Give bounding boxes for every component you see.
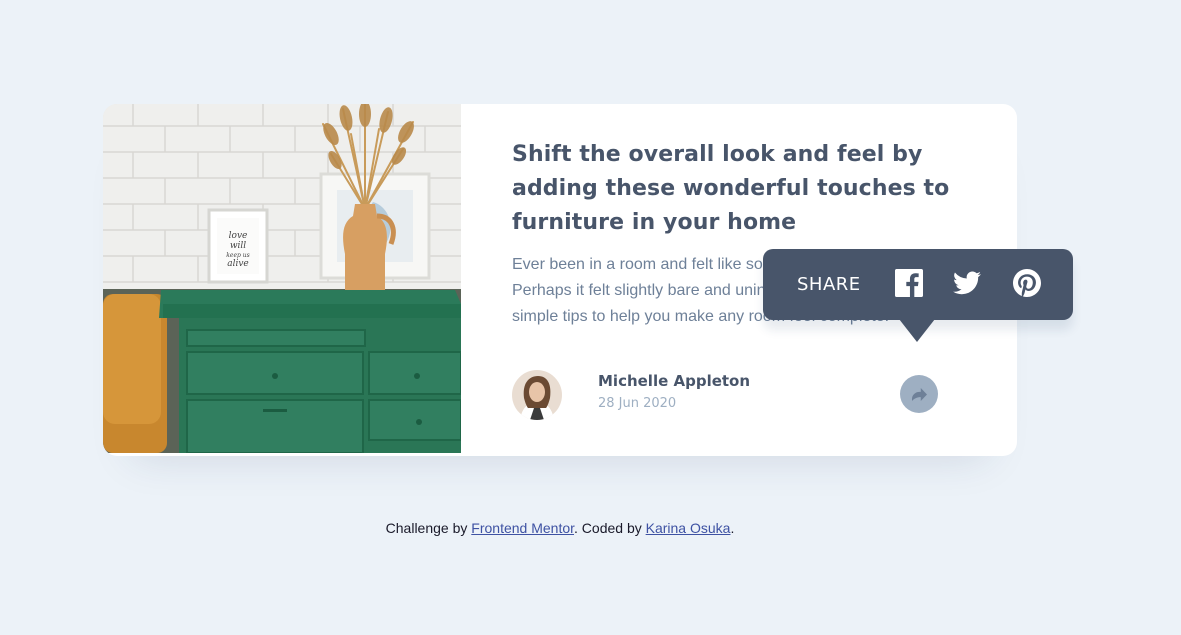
author-link[interactable]: Karina Osuka	[646, 520, 731, 536]
attribution-suffix: .	[730, 520, 735, 536]
share-arrow-icon	[911, 387, 927, 401]
avatar	[512, 370, 562, 420]
frame-text-4: alive	[227, 259, 249, 269]
attribution: Challenge by Frontend Mentor. Coded by K…	[0, 520, 1120, 536]
twitter-icon[interactable]	[953, 269, 981, 297]
frontend-mentor-link[interactable]: Frontend Mentor	[471, 520, 574, 536]
frame-text-1: love	[229, 231, 248, 241]
share-label: SHARE	[797, 274, 861, 295]
facebook-icon[interactable]	[895, 269, 923, 297]
publish-date: 28 Jun 2020	[598, 396, 677, 411]
article-title: Shift the overall look and feel by addin…	[512, 142, 950, 235]
frame-text-2: will	[230, 241, 246, 251]
article-image: love will keep us alive	[103, 104, 461, 453]
share-tooltip: SHARE	[763, 249, 1073, 342]
drawers-illustration: love will keep us alive	[103, 104, 461, 453]
share-button[interactable]	[900, 375, 938, 413]
attribution-prefix: Challenge by	[385, 520, 472, 536]
frame-text-3: keep us	[226, 252, 249, 259]
pinterest-icon[interactable]	[1013, 269, 1041, 297]
author-row: Michelle Appleton 28 Jun 2020	[512, 370, 939, 420]
author-name[interactable]: Michelle Appleton	[598, 372, 750, 390]
attribution-middle: . Coded by	[574, 520, 646, 536]
